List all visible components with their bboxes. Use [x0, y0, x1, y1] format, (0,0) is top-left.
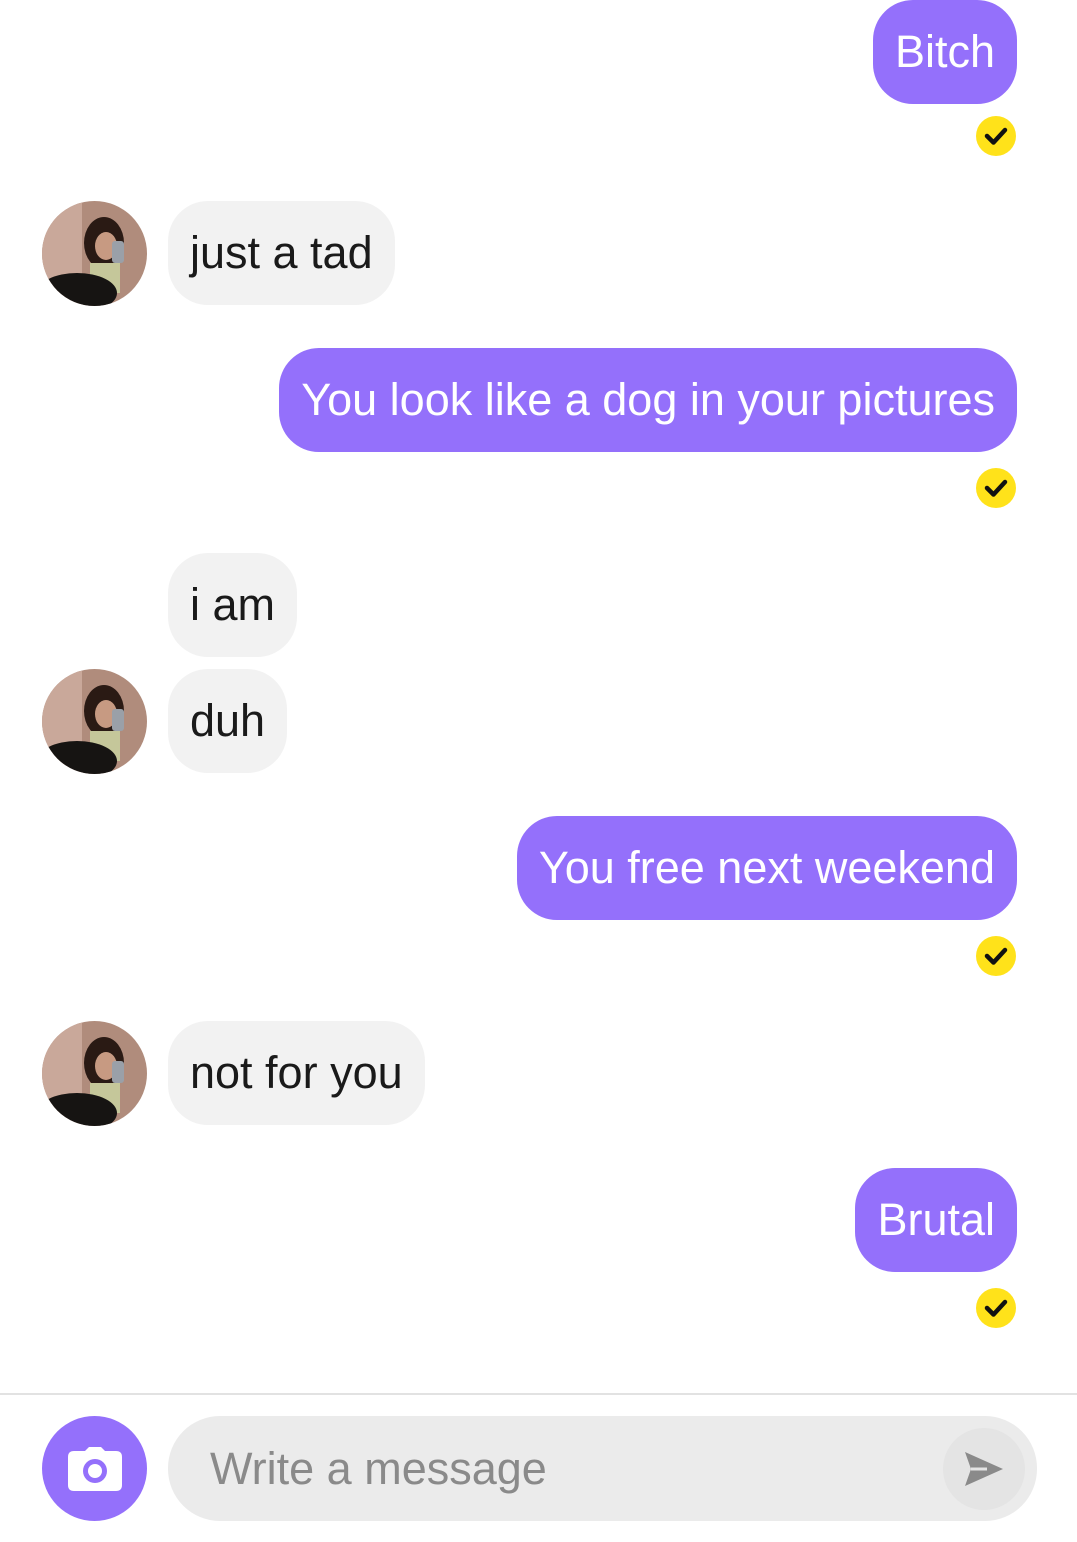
check-circle-icon	[976, 468, 1016, 508]
message-bubble-sent[interactable]: You look like a dog in your pictures	[279, 348, 1017, 452]
message-bubble-received[interactable]: just a tad	[168, 201, 395, 305]
avatar[interactable]	[42, 669, 147, 774]
message-text: You look like a dog in your pictures	[301, 374, 995, 425]
message-text: not for you	[190, 1047, 403, 1098]
message-text: Brutal	[877, 1194, 995, 1245]
message-bubble-received[interactable]: not for you	[168, 1021, 425, 1125]
message-text: i am	[190, 579, 276, 630]
check-circle-icon	[976, 116, 1016, 156]
send-button[interactable]	[943, 1428, 1025, 1510]
message-bubble-sent[interactable]: You free next weekend	[516, 816, 1017, 920]
camera-button[interactable]	[42, 1416, 147, 1521]
message-text: Bitch	[894, 26, 995, 77]
message-input[interactable]	[210, 1416, 910, 1521]
message-bubble-received[interactable]: i am	[168, 553, 298, 657]
send-icon	[965, 1452, 1003, 1486]
message-text: You free next weekend	[538, 842, 995, 893]
avatar[interactable]	[42, 1021, 147, 1126]
check-circle-icon	[976, 936, 1016, 976]
check-circle-icon	[976, 1288, 1016, 1328]
avatar[interactable]	[42, 201, 147, 306]
message-text: just a tad	[190, 227, 373, 278]
message-text: duh	[190, 695, 266, 746]
message-bubble-sent[interactable]: Brutal	[855, 1168, 1017, 1272]
camera-icon	[67, 1446, 122, 1491]
message-bubble-received[interactable]: duh	[168, 669, 288, 773]
composer-divider	[0, 1393, 1077, 1395]
message-composer	[168, 1416, 1037, 1521]
message-bubble-sent[interactable]: Bitch	[872, 0, 1017, 104]
